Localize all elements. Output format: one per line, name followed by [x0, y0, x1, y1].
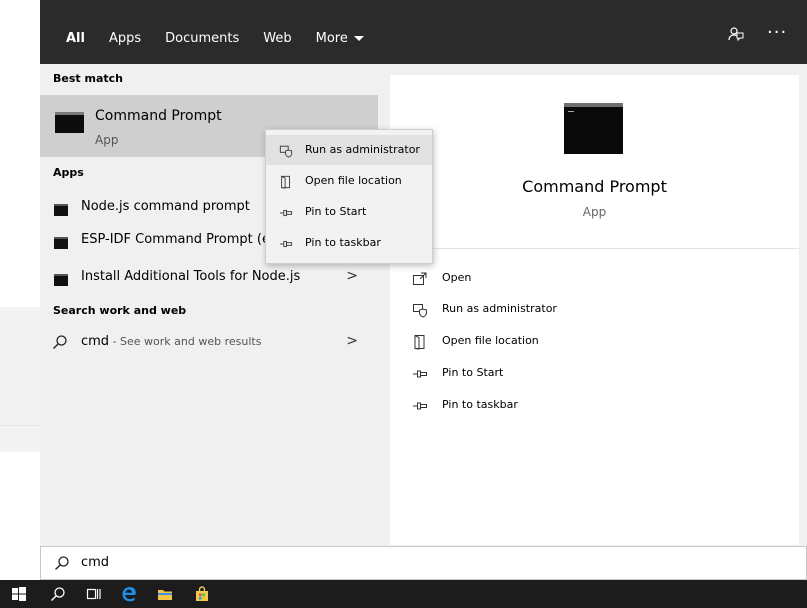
- search-icon: [54, 555, 70, 575]
- web-search-suffix: - See work and web results: [109, 335, 262, 348]
- preview-subtitle: App: [582, 205, 607, 219]
- file-explorer-icon[interactable]: [157, 586, 173, 602]
- shield-icon: [412, 302, 428, 318]
- search-input-value: cmd: [81, 555, 110, 570]
- feedback-icon[interactable]: [728, 26, 744, 46]
- action-label: Pin to Start: [442, 366, 504, 379]
- tab-more[interactable]: More: [304, 30, 376, 48]
- apps-heading: Apps: [53, 166, 84, 179]
- search-web-heading: Search work and web: [53, 304, 187, 317]
- folder-location-icon: [279, 174, 293, 189]
- desktop-background: [0, 307, 44, 452]
- preview-title: Command Prompt: [522, 177, 667, 196]
- edge-browser-icon[interactable]: [121, 586, 137, 602]
- tab-documents[interactable]: Documents: [153, 30, 251, 48]
- action-label: Pin to taskbar: [442, 398, 518, 411]
- more-options-icon[interactable]: ···: [767, 22, 787, 43]
- action-label: Run as administrator: [442, 302, 557, 315]
- pin-icon: [279, 236, 293, 250]
- context-item-label: Run as administrator: [305, 143, 420, 156]
- task-view-icon[interactable]: [86, 586, 102, 602]
- pin-icon: [412, 398, 428, 414]
- context-item-pin-to-taskbar[interactable]: Pin to taskbar: [266, 228, 432, 258]
- command-prompt-icon: [55, 112, 84, 133]
- web-search-result[interactable]: cmd - See work and web results >: [40, 328, 378, 358]
- tab-more-label: More: [315, 31, 348, 46]
- context-item-label: Open file location: [305, 174, 402, 187]
- app-item-label: Install Additional Tools for Node.js: [81, 269, 301, 284]
- best-match-subtitle: App: [95, 133, 119, 147]
- command-prompt-icon: [54, 204, 68, 216]
- store-icon[interactable]: [194, 586, 210, 602]
- chevron-right-icon[interactable]: >: [346, 268, 358, 284]
- best-match-title: Command Prompt: [95, 108, 222, 124]
- pin-icon: [412, 366, 428, 382]
- context-item-label: Pin to taskbar: [305, 236, 381, 249]
- folder-location-icon: [412, 334, 428, 350]
- context-item-pin-to-start[interactable]: Pin to Start: [266, 197, 432, 227]
- chevron-right-icon[interactable]: >: [346, 333, 358, 349]
- search-filter-tabs: All Apps Documents Web More: [54, 30, 376, 48]
- app-item-install-additional-tools[interactable]: Install Additional Tools for Node.js >: [40, 263, 378, 293]
- action-label: Open file location: [442, 334, 539, 347]
- app-item-label: Node.js command prompt: [81, 199, 250, 214]
- preview-pane: Command Prompt App Open Run as administr…: [390, 75, 799, 545]
- caret-down-icon: [353, 36, 364, 41]
- windows-start-icon[interactable]: [11, 586, 27, 602]
- start-search-panel: All Apps Documents Web More ··· Best mat…: [40, 0, 807, 580]
- command-prompt-icon: [54, 274, 68, 286]
- tab-apps[interactable]: Apps: [97, 30, 153, 48]
- pin-icon: [279, 205, 293, 219]
- context-item-label: Pin to Start: [305, 205, 367, 218]
- best-match-heading: Best match: [53, 72, 123, 85]
- open-icon: [412, 271, 428, 287]
- search-input[interactable]: cmd: [40, 546, 807, 580]
- divider: [390, 248, 799, 249]
- search-topbar: All Apps Documents Web More ···: [40, 0, 807, 64]
- app-item-label: ESP-IDF Command Prompt (e: [81, 232, 270, 247]
- taskbar: [0, 580, 807, 608]
- web-search-query: cmd: [81, 334, 110, 349]
- action-label: Open: [442, 271, 472, 284]
- command-prompt-large-icon: [564, 103, 623, 154]
- command-prompt-icon: [54, 237, 68, 249]
- context-menu: Run as administrator Open file location …: [265, 129, 433, 264]
- search-icon[interactable]: [50, 586, 66, 602]
- context-item-open-file-location[interactable]: Open file location: [266, 166, 432, 196]
- shield-icon: [279, 143, 293, 158]
- search-icon: [52, 334, 68, 354]
- context-item-run-as-administrator[interactable]: Run as administrator: [266, 135, 432, 165]
- tab-web[interactable]: Web: [251, 30, 303, 48]
- tab-all[interactable]: All: [54, 30, 97, 48]
